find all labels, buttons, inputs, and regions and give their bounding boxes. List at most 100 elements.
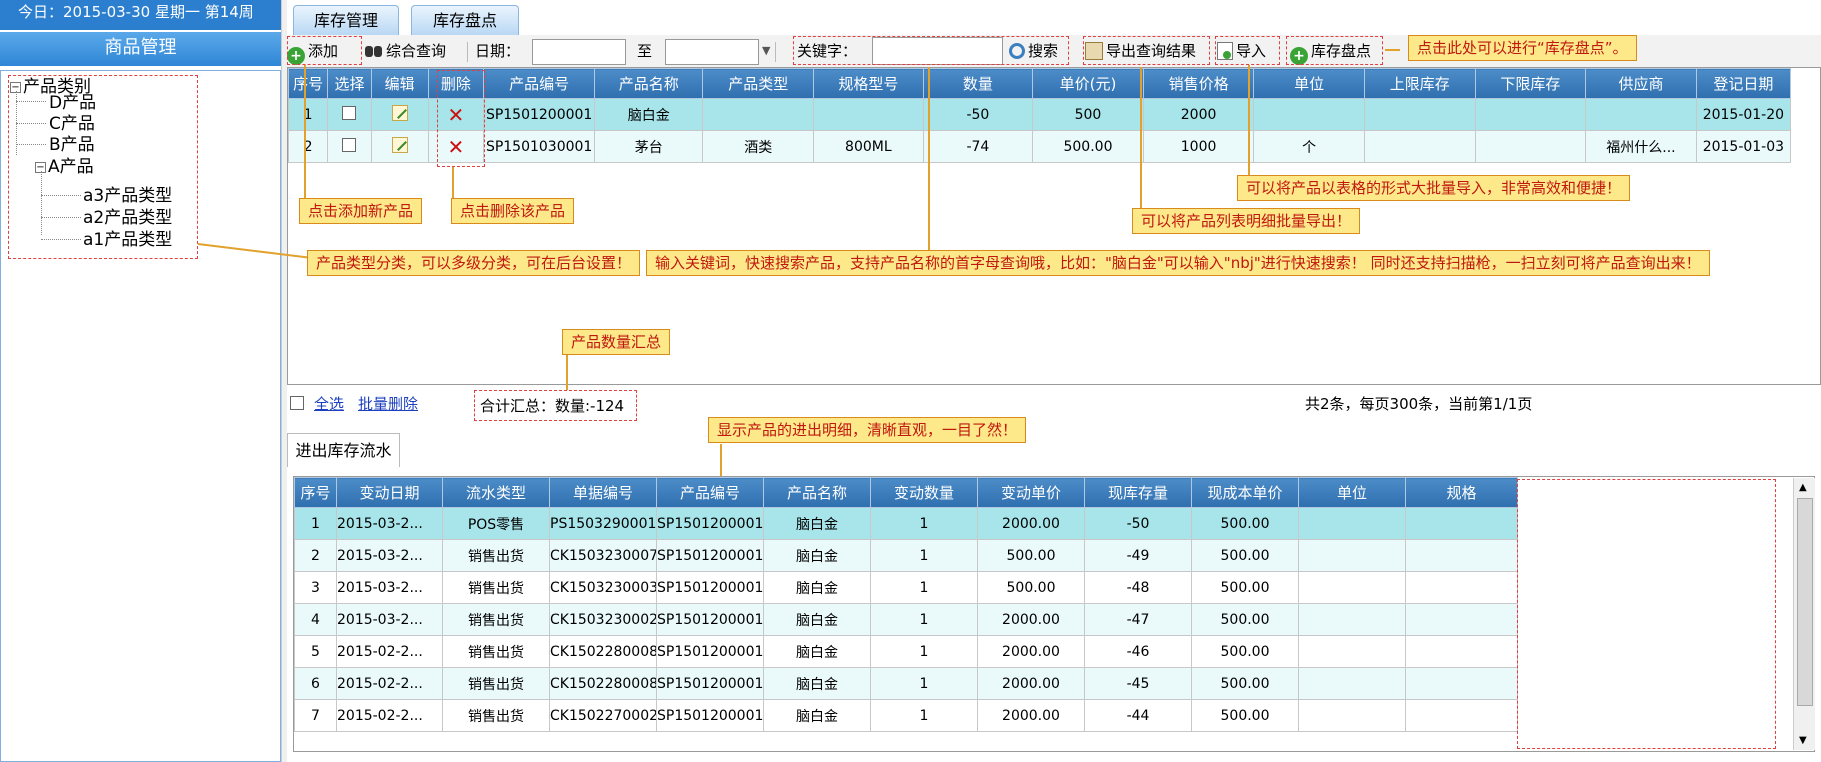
- product-row[interactable]: 1 ✕ SP1501200001 脑白金 -50 500 2000 2015-01-20: [287, 98, 1792, 131]
- flow-row[interactable]: 7 2015-02-2... 销售出货 CK1502270002 SP150120000…: [294, 699, 1518, 732]
- flow-cell: SP1501200001: [656, 635, 764, 668]
- flow-header-4[interactable]: 产品编号: [656, 477, 764, 508]
- product-cell: 福州什么...: [1585, 130, 1697, 163]
- flow-cell: 2000.00: [977, 507, 1085, 540]
- product-row[interactable]: 2 ✕ SP1501030001 茅台 酒类 800ML -74 500.00 1000 个福州什…: [287, 130, 1792, 163]
- flow-header-6[interactable]: 变动数量: [870, 477, 978, 508]
- product-cell: 1000: [1142, 130, 1255, 163]
- product-header-1[interactable]: 选择: [327, 68, 372, 99]
- flow-cell: 1: [870, 603, 978, 636]
- flow-row[interactable]: 4 2015-03-2... 销售出货 CK1503230002 SP150120000…: [294, 603, 1518, 636]
- edit-icon[interactable]: [391, 104, 408, 121]
- edit-icon[interactable]: [391, 136, 408, 153]
- note-delete: 点击删除该产品: [451, 198, 575, 224]
- scroll-thumb[interactable]: [1797, 498, 1813, 706]
- flow-cell: 5: [294, 635, 337, 668]
- product-cell: 2015-01-03: [1695, 130, 1792, 163]
- flow-header-7[interactable]: 变动单价: [977, 477, 1085, 508]
- note-import: 可以将产品以表格的形式大批量导入，非常高效和便捷！: [1237, 175, 1631, 201]
- tab-stock-flow[interactable]: 进出库存流水: [287, 433, 400, 467]
- product-header-14[interactable]: 供应商: [1585, 68, 1697, 99]
- flow-header-10[interactable]: 单位: [1298, 477, 1406, 508]
- note-flow: 显示产品的进出明细，清晰直观，一目了然！: [708, 417, 1027, 443]
- row-checkbox[interactable]: [342, 137, 357, 152]
- flow-header-1[interactable]: 变动日期: [336, 477, 443, 508]
- flow-header-9[interactable]: 现成本单价: [1191, 477, 1299, 508]
- flow-scrollbar[interactable]: ▲ ▼: [1793, 478, 1815, 750]
- scroll-down-icon[interactable]: ▼: [1799, 735, 1807, 746]
- paging-info: 共2条，每页300条，当前第1/1页: [1305, 395, 1533, 413]
- flow-header-2[interactable]: 流水类型: [442, 477, 550, 508]
- flow-cell: 销售出货: [442, 603, 550, 636]
- product-header-13[interactable]: 下限库存: [1474, 68, 1587, 99]
- tab-inventory[interactable]: 库存管理: [293, 5, 399, 35]
- flow-cell: [1405, 603, 1518, 636]
- product-header-6[interactable]: 产品类型: [702, 68, 815, 99]
- product-header-12[interactable]: 上限库存: [1363, 68, 1476, 99]
- product-cell: 2000: [1142, 98, 1255, 131]
- flow-cell: -50: [1084, 507, 1192, 540]
- flow-cell: SP1501200001: [656, 603, 764, 636]
- flow-cell: 2015-02-2...: [336, 699, 443, 732]
- flow-cell: 脑白金: [763, 507, 871, 540]
- product-cell: 500.00: [1032, 130, 1144, 163]
- batch-delete-link[interactable]: 批量删除: [358, 393, 418, 414]
- flow-header-11[interactable]: 规格: [1405, 477, 1518, 508]
- flow-cell: 2000.00: [977, 603, 1085, 636]
- select-all-checkbox[interactable]: [290, 396, 304, 414]
- flow-cell: CK1503230003: [549, 571, 657, 604]
- flow-cell: CK1503230002: [549, 603, 657, 636]
- flow-row[interactable]: 1 2015-03-2... POS零售 PS1503290001 SP15012000…: [294, 507, 1518, 540]
- flow-cell: 500.00: [1191, 699, 1299, 732]
- flow-cell: SP1501200001: [656, 539, 764, 572]
- flow-cell: SP1501200001: [656, 571, 764, 604]
- flow-cell: [1405, 635, 1518, 668]
- flow-header-0[interactable]: 序号: [294, 477, 337, 508]
- product-header-11[interactable]: 单位: [1253, 68, 1365, 99]
- product-header-10[interactable]: 销售价格: [1142, 68, 1255, 99]
- flow-cell: POS零售: [442, 507, 550, 540]
- product-cell: 1: [287, 98, 329, 131]
- tab-stocktake[interactable]: 库存盘点: [411, 5, 519, 35]
- flow-row[interactable]: 6 2015-02-2... 销售出货 CK1502280008 SP150120000…: [294, 667, 1518, 700]
- flow-row[interactable]: 5 2015-02-2... 销售出货 CK1502280008 SP150120000…: [294, 635, 1518, 668]
- date-from-input[interactable]: [532, 39, 626, 65]
- quantity-total: 合计汇总：数量:-124: [474, 390, 637, 421]
- flow-cell: 1: [870, 507, 978, 540]
- product-header-7[interactable]: 规格型号: [813, 68, 924, 99]
- product-header-0[interactable]: 序号: [287, 68, 329, 99]
- flow-cell: 1: [294, 507, 337, 540]
- flow-cell: 3: [294, 571, 337, 604]
- flow-row[interactable]: 3 2015-03-2... 销售出货 CK1503230003 SP150120000…: [294, 571, 1518, 604]
- flow-cell: 2000.00: [977, 667, 1085, 700]
- row-checkbox[interactable]: [342, 105, 357, 120]
- product-cell: 2: [287, 130, 329, 163]
- flow-header-5[interactable]: 产品名称: [763, 477, 871, 508]
- product-cell: 2015-01-20: [1695, 98, 1792, 131]
- date-to-input[interactable]: [665, 39, 759, 65]
- select-all-link[interactable]: 全选: [314, 393, 344, 414]
- advanced-query-button[interactable]: 综合查询: [365, 38, 446, 64]
- flow-cell: 1: [870, 699, 978, 732]
- product-header-8[interactable]: 数量: [922, 68, 1034, 99]
- product-header-5[interactable]: 产品名称: [593, 68, 704, 99]
- flow-cell: -45: [1084, 667, 1192, 700]
- scroll-up-icon[interactable]: ▲: [1799, 482, 1807, 493]
- product-cell: [702, 98, 815, 131]
- flow-cell: 脑白金: [763, 539, 871, 572]
- product-cell: [1585, 98, 1697, 131]
- product-header-15[interactable]: 登记日期: [1695, 68, 1792, 99]
- flow-cell: SP1501200001: [656, 507, 764, 540]
- flow-cell: 销售出货: [442, 571, 550, 604]
- flow-cell: 500.00: [1191, 635, 1299, 668]
- product-header-9[interactable]: 单价(元): [1032, 68, 1144, 99]
- product-header-2[interactable]: 编辑: [370, 68, 429, 99]
- product-header-4[interactable]: 产品编号: [483, 68, 595, 99]
- note-keyword: 输入关键词，快速搜索产品，支持产品名称的首字母查询哦，比如："脑白金"可以输入"…: [646, 250, 1710, 276]
- product-cell: 茅台: [593, 130, 704, 163]
- flow-row[interactable]: 2 2015-03-2... 销售出货 CK1503230007 SP150120000…: [294, 539, 1518, 572]
- chevron-down-icon[interactable]: ▼: [762, 38, 770, 64]
- flow-header-8[interactable]: 现库存量: [1084, 477, 1192, 508]
- note-category: 产品类型分类，可以多级分类，可在后台设置！: [307, 250, 641, 276]
- flow-header-3[interactable]: 单据编号: [549, 477, 657, 508]
